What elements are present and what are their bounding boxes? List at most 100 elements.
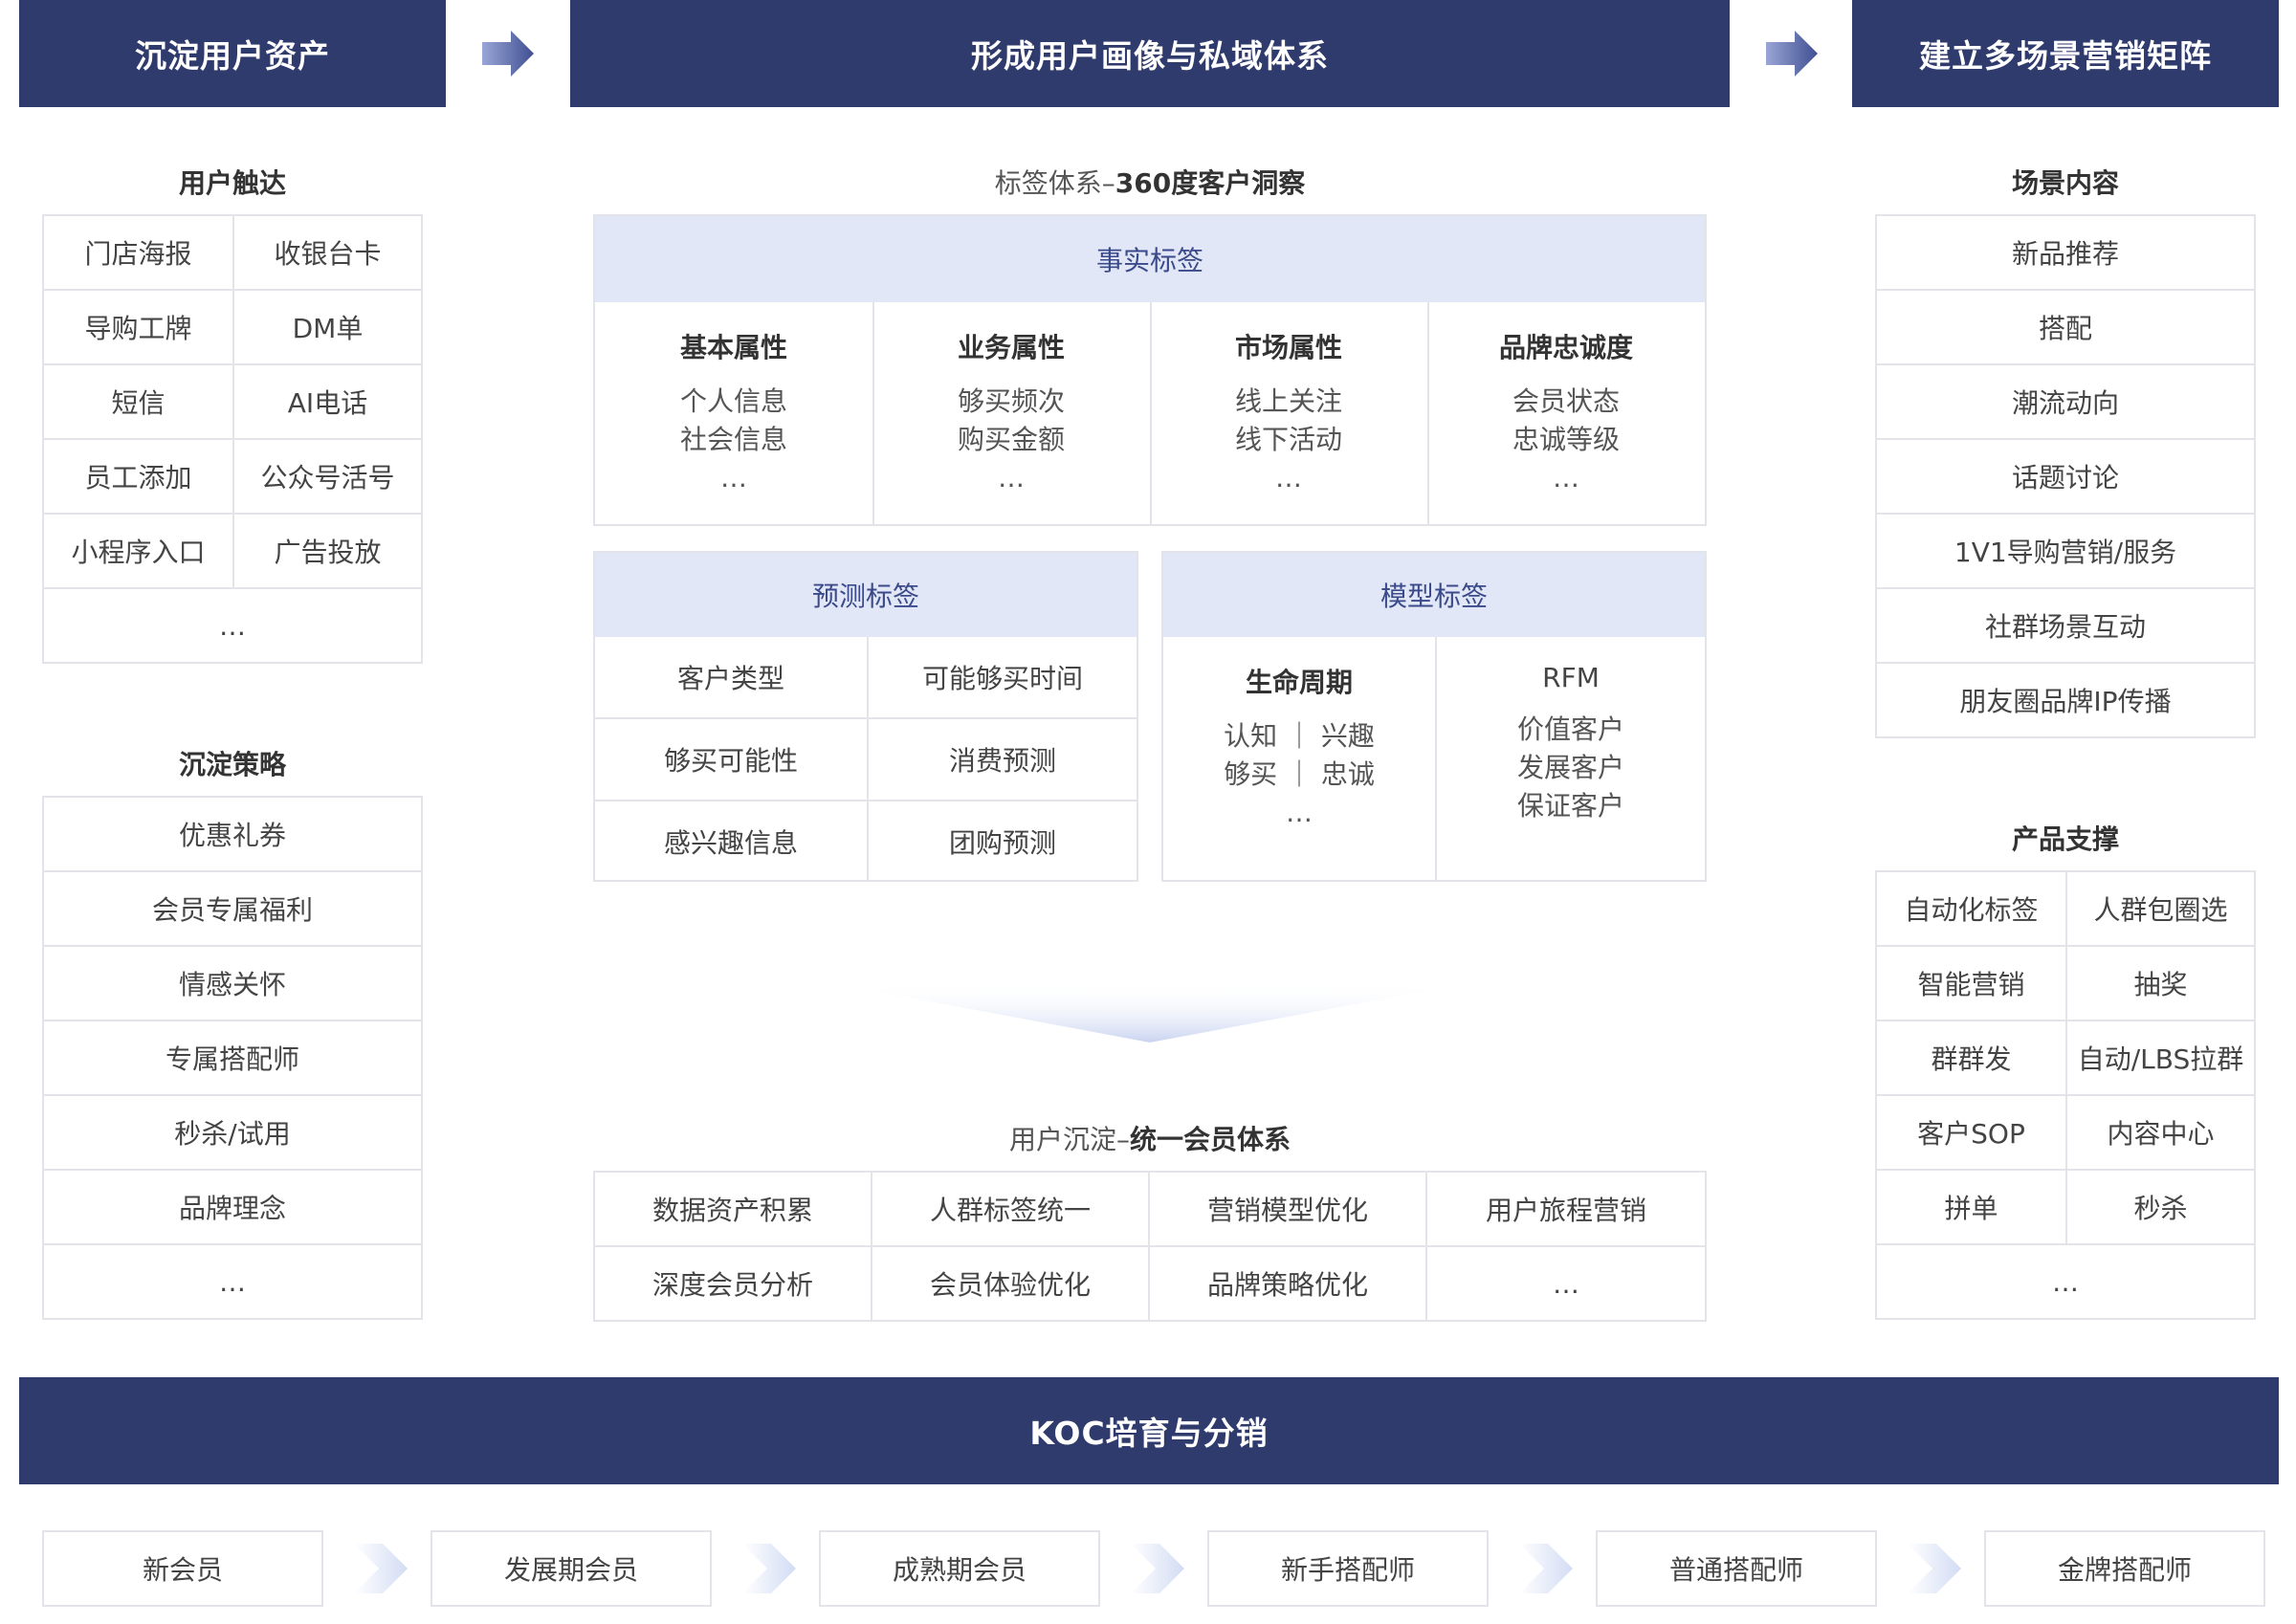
header-bottom: KOC培育与分销 — [19, 1377, 2279, 1484]
fact-col-title: 市场属性 — [1234, 332, 1342, 363]
fact-col: 市场属性 线上关注 线下活动 … — [1150, 327, 1427, 497]
list-item: 群群发 — [1877, 1021, 2067, 1096]
list-item: 社群场景互动 — [1877, 589, 2256, 664]
model-col-title: RFM — [1542, 662, 1600, 693]
membership-item: 营销模型优化 — [1150, 1173, 1427, 1247]
list-item: 秒杀/试用 — [44, 1096, 423, 1171]
list-item: 搭配 — [1877, 291, 2256, 365]
model-col: RFM 价值客户 发展客户 保证客户 — [1437, 662, 1705, 825]
membership-item: 品牌策略优化 — [1150, 1247, 1427, 1322]
list-item: 情感关怀 — [44, 947, 423, 1021]
scenes-title: 场景内容 — [2011, 167, 2119, 199]
koc-stage: 新会员 — [42, 1530, 323, 1607]
list-item: 客户SOP — [1877, 1096, 2067, 1171]
fact-col: 业务属性 够买频次 购买金额 … — [872, 327, 1150, 497]
header-left: 沉淀用户资产 — [19, 0, 446, 107]
predict-item: 可能够买时间 — [921, 663, 1083, 694]
predict-item: 团购预测 — [948, 827, 1056, 859]
list-item: 潮流动向 — [1877, 365, 2256, 440]
model-col-line: … — [1286, 797, 1313, 828]
list-item: 自动/LBS拉群 — [2067, 1021, 2256, 1096]
membership-item: 用户旅程营销 — [1427, 1173, 1707, 1247]
predict-item: 感兴趣信息 — [663, 827, 798, 859]
model-col: 生命周期 认知 ｜ 兴趣 够买 ｜ 忠诚 … — [1163, 662, 1435, 832]
list-item: 品牌理念 — [44, 1171, 423, 1245]
chevron-right-icon — [742, 1544, 796, 1593]
strategy-title: 沉淀策略 — [178, 749, 286, 780]
list-item: 门店海报 — [44, 216, 234, 291]
fact-col: 基本属性 个人信息 社会信息 … — [595, 327, 872, 497]
header-center: 形成用户画像与私域体系 — [570, 0, 1730, 107]
chevron-right-icon — [1131, 1544, 1184, 1593]
list-item: DM单 — [234, 291, 423, 365]
model-col-line: 价值客户 — [1516, 713, 1624, 745]
model-col-title: 生命周期 — [1245, 667, 1353, 698]
fact-col-line: 个人信息 — [679, 385, 787, 417]
fact-col-line: … — [998, 462, 1025, 494]
koc-stage: 发展期会员 — [430, 1530, 712, 1607]
user-reach-title: 用户触达 — [178, 167, 286, 199]
model-col-line: 保证客户 — [1516, 790, 1624, 822]
fact-col-title: 基本属性 — [679, 332, 787, 363]
fact-tag-title: 事实标签 — [595, 216, 1705, 302]
fact-col-line: 会员状态 — [1512, 385, 1620, 417]
membership-item: 深度会员分析 — [595, 1247, 872, 1322]
fact-col-line: … — [1275, 462, 1302, 494]
list-item: 拼单 — [1877, 1171, 2067, 1245]
list-item: 1V1导购营销/服务 — [1877, 515, 2256, 589]
list-item: 朋友圈品牌IP传播 — [1877, 664, 2256, 738]
list-item: 自动化标签 — [1877, 872, 2067, 947]
koc-stage: 金牌搭配师 — [1984, 1530, 2265, 1607]
header-right: 建立多场景营销矩阵 — [1852, 0, 2279, 107]
predict-tag-panel: 预测标签 客户类型 可能够买时间 够买可能性 消费预测 感兴趣信息 团购预测 — [593, 551, 1138, 882]
predict-item: 客户类型 — [676, 663, 784, 694]
predict-item: 够买可能性 — [663, 745, 798, 777]
chevron-right-icon — [1519, 1544, 1573, 1593]
fact-col-line: 忠诚等级 — [1512, 424, 1620, 455]
list-item: 公众号活号 — [234, 440, 423, 515]
membership-title: 用户沉淀–统一会员体系 — [593, 1119, 1707, 1157]
scenes-list: 新品推荐 搭配 潮流动向 话题讨论 1V1导购营销/服务 社群场景互动 朋友圈品… — [1875, 214, 2256, 738]
fact-col-line: 够买频次 — [957, 385, 1065, 417]
list-item: 优惠礼券 — [44, 798, 423, 872]
tag-system-title-bold: 360度客户洞察 — [1115, 167, 1306, 199]
list-item: 内容中心 — [2067, 1096, 2256, 1171]
fact-col-line: 线下活动 — [1234, 424, 1342, 455]
model-tag-title: 模型标签 — [1163, 553, 1705, 637]
list-item: 员工添加 — [44, 440, 234, 515]
user-reach-grid: 门店海报 收银台卡 导购工牌 DM单 短信 AI电话 员工添加 公众号活号 小程… — [42, 214, 423, 664]
list-item: 收银台卡 — [234, 216, 423, 291]
list-item: 导购工牌 — [44, 291, 234, 365]
fact-col-line: 社会信息 — [679, 424, 787, 455]
list-item: 话题讨论 — [1877, 440, 2256, 515]
list-item-more: … — [1877, 1245, 2256, 1320]
koc-stage: 成熟期会员 — [819, 1530, 1100, 1607]
list-item: 抽奖 — [2067, 947, 2256, 1021]
list-item: 新品推荐 — [1877, 216, 2256, 291]
list-item-more: … — [44, 1245, 423, 1320]
membership-item: 人群标签统一 — [872, 1173, 1150, 1247]
list-item: 小程序入口 — [44, 515, 234, 589]
products-title: 产品支撑 — [2011, 823, 2119, 855]
fact-tag-panel: 事实标签 基本属性 个人信息 社会信息 … 业务属性 够买频次 购买金额 … 市… — [593, 214, 1707, 526]
fact-col-line: … — [720, 462, 747, 494]
list-item: 广告投放 — [234, 515, 423, 589]
model-col-line: 够买 ｜ 忠诚 — [1224, 758, 1375, 790]
list-item: AI电话 — [234, 365, 423, 440]
membership-item: 数据资产积累 — [595, 1173, 872, 1247]
list-item: 人群包圈选 — [2067, 872, 2256, 947]
list-item: 会员专属福利 — [44, 872, 423, 947]
fact-col-title: 业务属性 — [957, 332, 1065, 363]
tag-system-title-prefix: 标签体系– — [994, 167, 1115, 199]
fact-col-line: 购买金额 — [957, 424, 1065, 455]
tag-system-title: 标签体系–360度客户洞察 — [593, 163, 1707, 201]
list-item: 专属搭配师 — [44, 1021, 423, 1096]
strategy-list: 优惠礼券 会员专属福利 情感关怀 专属搭配师 秒杀/试用 品牌理念 … — [42, 796, 423, 1320]
list-item: 秒杀 — [2067, 1171, 2256, 1245]
chevron-right-icon — [1908, 1544, 1961, 1593]
arrow-right-icon — [482, 31, 534, 77]
model-tag-panel: 模型标签 生命周期 认知 ｜ 兴趣 够买 ｜ 忠诚 … RFM 价值客户 发展客… — [1161, 551, 1707, 882]
products-grid: 自动化标签 人群包圈选 智能营销 抽奖 群群发 自动/LBS拉群 客户SOP 内… — [1875, 870, 2256, 1320]
model-col-line: 发展客户 — [1516, 752, 1624, 783]
predict-tag-title: 预测标签 — [595, 553, 1137, 637]
